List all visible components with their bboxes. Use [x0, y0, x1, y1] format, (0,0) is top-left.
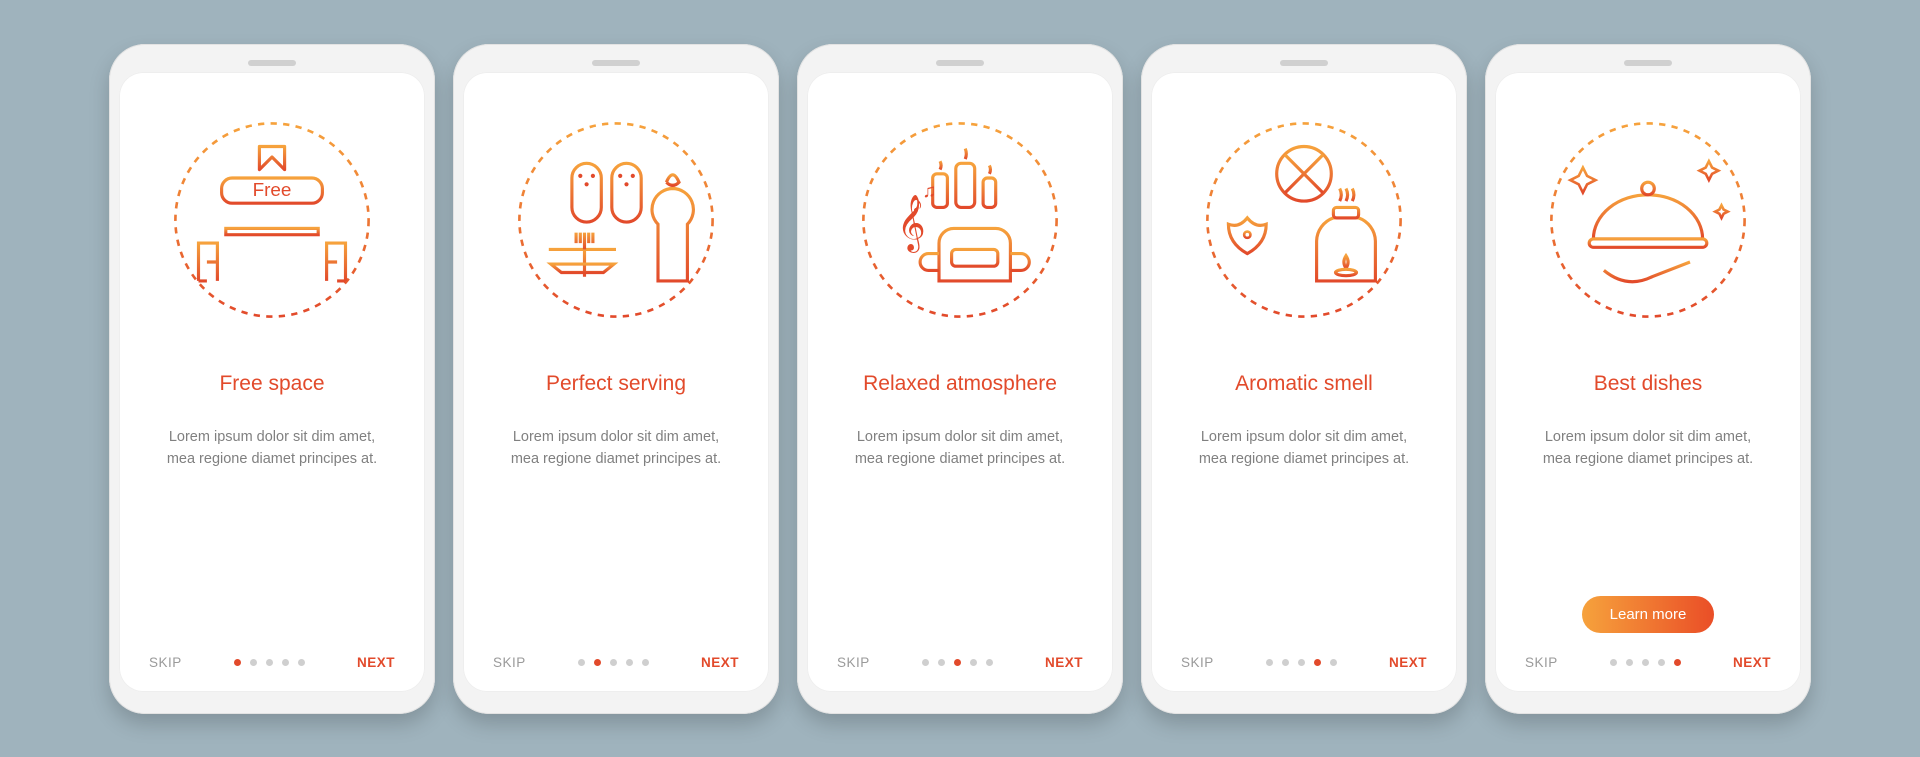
earpiece	[1280, 60, 1328, 66]
page-dot[interactable]	[250, 659, 257, 666]
next-button[interactable]: NEXT	[357, 655, 395, 670]
page-dot[interactable]	[298, 659, 305, 666]
onboarding-row: Free Free space Lorem ipsum dolor sit di…	[109, 44, 1811, 714]
skip-button[interactable]: SKIP	[1525, 655, 1558, 670]
skip-button[interactable]: SKIP	[149, 655, 182, 670]
onboarding-screen: Aromatic smell Lorem ipsum dolor sit dim…	[1151, 72, 1457, 692]
screen-description: Lorem ipsum dolor sit dim amet, mea regi…	[157, 426, 387, 633]
page-dot[interactable]	[234, 659, 241, 666]
screen-description: Lorem ipsum dolor sit dim amet, mea regi…	[845, 426, 1075, 633]
onboarding-screen: Perfect serving Lorem ipsum dolor sit di…	[463, 72, 769, 692]
page-dot[interactable]	[970, 659, 977, 666]
page-dot[interactable]	[1282, 659, 1289, 666]
onboarding-screen: 𝄞 ♪ ♫ Relaxed atmosphere Lorem ipsum dol…	[807, 72, 1113, 692]
page-dots	[922, 659, 993, 666]
skip-button[interactable]: SKIP	[1181, 655, 1214, 670]
nav-bar: SKIP NEXT	[493, 655, 739, 670]
phone-3: 𝄞 ♪ ♫ Relaxed atmosphere Lorem ipsum dol…	[797, 44, 1123, 714]
page-dot[interactable]	[1642, 659, 1649, 666]
screen-description: Lorem ipsum dolor sit dim amet, mea regi…	[501, 426, 731, 633]
nav-bar: SKIP NEXT	[1525, 655, 1771, 670]
phone-5: Best dishes Lorem ipsum dolor sit dim am…	[1485, 44, 1811, 714]
page-dot[interactable]	[1266, 659, 1273, 666]
earpiece	[936, 60, 984, 66]
phone-2: Perfect serving Lorem ipsum dolor sit di…	[453, 44, 779, 714]
free-space-icon: Free	[162, 110, 382, 330]
page-dots	[234, 659, 305, 666]
page-dot[interactable]	[626, 659, 633, 666]
nav-bar: SKIP NEXT	[1181, 655, 1427, 670]
screen-description: Lorem ipsum dolor sit dim amet, mea regi…	[1189, 426, 1419, 633]
page-dot[interactable]	[1330, 659, 1337, 666]
next-button[interactable]: NEXT	[1733, 655, 1771, 670]
page-dot[interactable]	[610, 659, 617, 666]
next-button[interactable]: NEXT	[701, 655, 739, 670]
earpiece	[592, 60, 640, 66]
phone-1: Free Free space Lorem ipsum dolor sit di…	[109, 44, 435, 714]
page-dots	[1266, 659, 1337, 666]
screen-title: Relaxed atmosphere	[860, 358, 1060, 412]
page-dot[interactable]	[1674, 659, 1681, 666]
page-dot[interactable]	[1314, 659, 1321, 666]
page-dots	[1610, 659, 1681, 666]
page-dot[interactable]	[266, 659, 273, 666]
skip-button[interactable]: SKIP	[493, 655, 526, 670]
svg-text:Free: Free	[253, 179, 292, 200]
best-dishes-icon	[1538, 110, 1758, 330]
relaxed-icon: 𝄞 ♪ ♫	[850, 110, 1070, 330]
onboarding-screen: Best dishes Lorem ipsum dolor sit dim am…	[1495, 72, 1801, 692]
phone-4: Aromatic smell Lorem ipsum dolor sit dim…	[1141, 44, 1467, 714]
page-dot[interactable]	[282, 659, 289, 666]
nav-bar: SKIP NEXT	[149, 655, 395, 670]
page-dot[interactable]	[1610, 659, 1617, 666]
page-dot[interactable]	[986, 659, 993, 666]
page-dot[interactable]	[1658, 659, 1665, 666]
svg-text:♫: ♫	[922, 180, 936, 201]
earpiece	[248, 60, 296, 66]
screen-title: Perfect serving	[516, 358, 716, 412]
learn-more-button[interactable]: Learn more	[1582, 596, 1715, 633]
screen-title: Best dishes	[1548, 358, 1748, 412]
page-dots	[578, 659, 649, 666]
nav-bar: SKIP NEXT	[837, 655, 1083, 670]
skip-button[interactable]: SKIP	[837, 655, 870, 670]
page-dot[interactable]	[594, 659, 601, 666]
page-dot[interactable]	[922, 659, 929, 666]
page-dot[interactable]	[642, 659, 649, 666]
onboarding-screen: Free Free space Lorem ipsum dolor sit di…	[119, 72, 425, 692]
page-dot[interactable]	[1626, 659, 1633, 666]
page-dot[interactable]	[954, 659, 961, 666]
perfect-serving-icon	[506, 110, 726, 330]
screen-title: Aromatic smell	[1204, 358, 1404, 412]
screen-description: Lorem ipsum dolor sit dim amet, mea regi…	[1533, 426, 1763, 588]
next-button[interactable]: NEXT	[1045, 655, 1083, 670]
screen-title: Free space	[172, 358, 372, 412]
earpiece	[1624, 60, 1672, 66]
page-dot[interactable]	[938, 659, 945, 666]
aromatic-icon	[1194, 110, 1414, 330]
page-dot[interactable]	[1298, 659, 1305, 666]
page-dot[interactable]	[578, 659, 585, 666]
next-button[interactable]: NEXT	[1389, 655, 1427, 670]
